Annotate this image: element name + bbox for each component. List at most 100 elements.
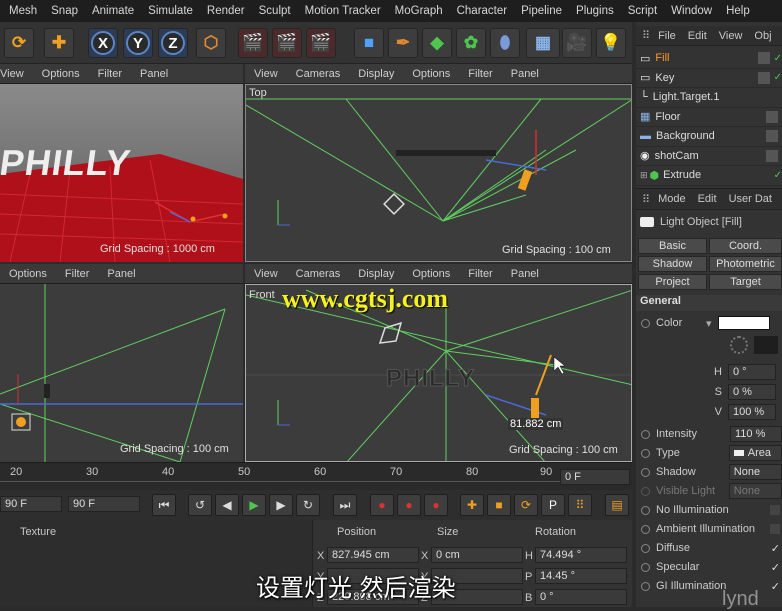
tab-coord[interactable]: Coord. (709, 238, 782, 254)
floor-icon[interactable]: ▦ (526, 28, 560, 58)
viewport-menu-options[interactable]: Options (9, 268, 47, 280)
viewport-menu-panel[interactable]: Panel (511, 68, 539, 80)
animate-dot-icon[interactable] (641, 581, 650, 591)
timeline-ruler[interactable]: 20 30 40 50 60 70 80 90 0 F (0, 462, 632, 490)
viewport-menu-filter[interactable]: Filter (468, 68, 492, 80)
diffuse-checkbox[interactable]: ✓ (771, 542, 780, 555)
keyframe-selection-icon[interactable]: ● (424, 494, 448, 516)
pen-icon[interactable]: ✒ (388, 28, 418, 58)
animate-dot-icon[interactable] (641, 524, 650, 534)
object-row-fill[interactable]: ▭ Fill ✓ (636, 49, 782, 69)
render-view-icon[interactable]: 🎬 (238, 28, 268, 58)
tab-photometric[interactable]: Photometric (709, 256, 782, 272)
menu-snap[interactable]: Snap (51, 5, 78, 17)
viewport-menu-view[interactable]: View (0, 68, 24, 80)
key-pla-icon[interactable]: ⠿ (568, 494, 592, 516)
shadow-dropdown[interactable]: None (728, 464, 782, 480)
ambient-illumination-checkbox[interactable] (770, 524, 780, 534)
end-frame-field[interactable]: 90 F (68, 496, 140, 512)
panel-grip-icon[interactable]: ⠿ (642, 193, 650, 206)
tag-icon[interactable] (766, 130, 778, 143)
object-row-key[interactable]: ▭ Key ✓ (636, 69, 782, 88)
step-forward-icon[interactable]: ▶ (269, 494, 293, 516)
perspective-viewport[interactable]: PHILLY Grid Spacing : 1000 cm (0, 84, 243, 262)
attr-menu-mode[interactable]: Mode (658, 193, 686, 205)
camera-icon[interactable]: 🎥 (562, 28, 592, 58)
animate-dot-icon[interactable] (641, 318, 650, 328)
subdivision-icon[interactable]: ◆ (422, 28, 452, 58)
intensity-field[interactable]: 110 % (730, 426, 782, 442)
viewport-menu-panel[interactable]: Panel (140, 68, 168, 80)
attr-menu-edit[interactable]: Edit (698, 193, 717, 205)
top-viewport[interactable]: Top Grid Spacing : 100 cm (245, 84, 632, 262)
animate-dot-icon[interactable] (641, 467, 650, 477)
menu-simulate[interactable]: Simulate (148, 5, 193, 17)
viewport-menu-cameras[interactable]: Cameras (296, 268, 341, 280)
viewport-menu-view[interactable]: View (254, 68, 278, 80)
key-scale-icon[interactable]: ■ (487, 494, 511, 516)
rotation-h-field[interactable]: 74.494 ° (535, 547, 627, 563)
obj-menu-file[interactable]: File (658, 30, 676, 42)
menu-motion-tracker[interactable]: Motion Tracker (305, 5, 381, 17)
rotation-b-field[interactable]: 0 ° (535, 589, 627, 605)
rotation-p-field[interactable]: 14.45 ° (535, 568, 627, 584)
tag-icon[interactable] (766, 110, 778, 123)
animate-dot-icon[interactable] (641, 486, 650, 496)
viewport-menu-view[interactable]: View (254, 268, 278, 280)
obj-menu-view[interactable]: View (719, 30, 743, 42)
object-row-shotcam[interactable]: ◉ shotCam (636, 147, 782, 166)
viewport-menu-options[interactable]: Options (412, 68, 450, 80)
step-back-icon[interactable]: ◀ (215, 494, 239, 516)
object-row-floor[interactable]: ▦ Floor (636, 108, 782, 127)
rotate-tool-icon[interactable]: ⟳ (4, 28, 34, 58)
object-row-background[interactable]: ▬ Background (636, 127, 782, 147)
animate-dot-icon[interactable] (641, 429, 650, 439)
tab-target[interactable]: Target (709, 274, 782, 290)
record-loop-icon[interactable]: ↺ (188, 494, 212, 516)
cube-icon[interactable]: ■ (354, 28, 384, 58)
x-axis-lock-button[interactable]: X (88, 28, 118, 58)
viewport-menu-panel[interactable]: Panel (107, 268, 135, 280)
enabled-check-icon[interactable]: ✓ (774, 72, 782, 83)
size-x-field[interactable]: 0 cm (431, 547, 523, 563)
viewport-menu-filter[interactable]: Filter (468, 268, 492, 280)
go-to-start-icon[interactable]: ⏮ (152, 494, 176, 516)
menu-render[interactable]: Render (207, 5, 245, 17)
animate-dot-icon[interactable] (641, 448, 650, 458)
render-settings-icon[interactable]: 🎬 (306, 28, 336, 58)
object-row-extrude[interactable]: ⊞ ⬢ Extrude ✓ (636, 166, 782, 186)
specular-checkbox[interactable]: ✓ (771, 561, 780, 574)
viewport-menu-filter[interactable]: Filter (65, 268, 89, 280)
tab-shadow[interactable]: Shadow (638, 256, 707, 272)
tab-basic[interactable]: Basic (638, 238, 707, 254)
menu-pipeline[interactable]: Pipeline (521, 5, 562, 17)
enabled-check-icon[interactable]: ✓ (774, 53, 782, 64)
obj-menu-edit[interactable]: Edit (688, 30, 707, 42)
current-frame-field[interactable]: 0 F (560, 469, 630, 485)
viewport-menu-panel[interactable]: Panel (511, 268, 539, 280)
expand-icon[interactable]: ⊞ (640, 170, 648, 181)
key-rotation-icon[interactable]: ⟳ (514, 494, 538, 516)
render-region-icon[interactable]: 🎬 (272, 28, 302, 58)
viewport-menu-options[interactable]: Options (412, 268, 450, 280)
attr-menu-user-data[interactable]: User Dat (729, 193, 772, 205)
menu-window[interactable]: Window (671, 5, 712, 17)
panel-grip-icon[interactable]: ⠿ (642, 29, 650, 42)
menu-sculpt[interactable]: Sculpt (259, 5, 291, 17)
viewport-menu-cameras[interactable]: Cameras (296, 68, 341, 80)
material-texture-menu[interactable]: Texture (20, 526, 56, 538)
menu-animate[interactable]: Animate (92, 5, 134, 17)
tab-project[interactable]: Project (638, 274, 707, 290)
timeline-window-icon[interactable]: ▤ (605, 494, 629, 516)
right-viewport[interactable]: Grid Spacing : 100 cm (0, 284, 243, 462)
object-row-light-target[interactable]: └ Light.Target.1 (636, 88, 782, 108)
viewport-menu-display[interactable]: Display (358, 68, 394, 80)
menu-plugins[interactable]: Plugins (576, 5, 614, 17)
menu-character[interactable]: Character (457, 5, 508, 17)
color-picker-icon[interactable] (754, 336, 778, 354)
tag-icon[interactable] (766, 149, 778, 162)
no-illumination-checkbox[interactable] (770, 505, 780, 515)
viewport-menu-display[interactable]: Display (358, 268, 394, 280)
gi-illumination-checkbox[interactable]: ✓ (771, 580, 780, 593)
value-field[interactable]: 100 % (728, 404, 776, 420)
